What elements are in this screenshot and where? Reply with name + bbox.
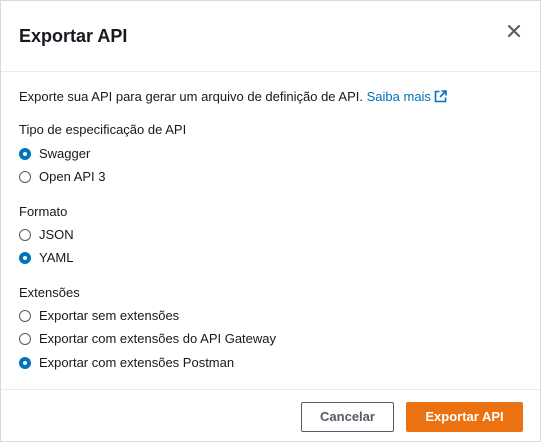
close-button[interactable] <box>502 19 526 43</box>
close-icon <box>508 25 520 37</box>
export-api-dialog: Exportar API Exporte sua API para gerar … <box>0 0 541 442</box>
radio-label: Swagger <box>39 146 91 161</box>
radio-yaml[interactable]: YAML <box>19 249 73 267</box>
radio-button[interactable] <box>19 229 31 241</box>
radio-label: YAML <box>39 250 74 265</box>
radio-label: Exportar com extensões Postman <box>39 355 235 370</box>
export-api-button[interactable]: Exportar API <box>406 402 523 432</box>
radio-json[interactable]: JSON <box>19 226 74 244</box>
dialog-body: Exporte sua API para gerar um arquivo de… <box>1 72 540 389</box>
radio-api-gateway-extensions[interactable]: Exportar com extensões do API Gateway <box>19 330 276 348</box>
radio-button[interactable] <box>19 333 31 345</box>
radio-button[interactable] <box>19 252 31 264</box>
radio-button[interactable] <box>19 310 31 322</box>
radio-label: JSON <box>39 227 74 242</box>
cancel-button[interactable]: Cancelar <box>301 402 394 432</box>
radio-button[interactable] <box>19 171 31 183</box>
radio-postman-extensions[interactable]: Exportar com extensões Postman <box>19 354 234 372</box>
description: Exporte sua API para gerar um arquivo de… <box>19 88 447 106</box>
radio-button[interactable] <box>19 148 31 160</box>
learn-more-link[interactable]: Saiba mais <box>367 89 447 104</box>
dialog-header: Exportar API <box>1 1 540 72</box>
radio-swagger[interactable]: Swagger <box>19 145 90 163</box>
description-text: Exporte sua API para gerar um arquivo de… <box>19 89 363 104</box>
radio-button[interactable] <box>19 357 31 369</box>
radio-no-extensions[interactable]: Exportar sem extensões <box>19 307 179 325</box>
radio-label: Exportar com extensões do API Gateway <box>39 331 277 346</box>
radio-label: Exportar sem extensões <box>39 308 180 323</box>
spec-type-label: Tipo de especificação de API <box>19 122 187 137</box>
dialog-footer: Cancelar Exportar API <box>1 389 540 442</box>
external-link-icon <box>434 90 447 103</box>
format-label: Formato <box>19 204 68 219</box>
dialog-title: Exportar API <box>19 26 128 46</box>
radio-open-api-3[interactable]: Open API 3 <box>19 168 106 186</box>
extensions-label: Extensões <box>19 285 80 300</box>
radio-label: Open API 3 <box>39 169 106 184</box>
